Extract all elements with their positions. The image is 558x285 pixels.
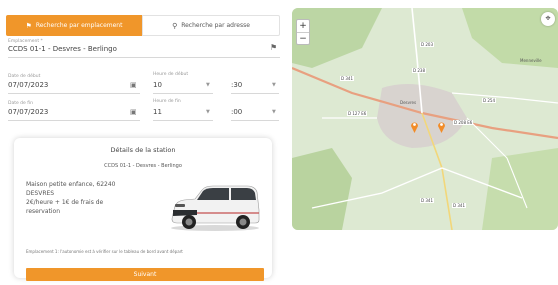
start-date-input[interactable]: 07/07/2023 <box>8 81 48 89</box>
tab-location-label: Recherche par emplacement <box>35 22 123 29</box>
start-minute-select[interactable]: :30 <box>231 81 242 89</box>
station-address-line1: Maison petite enfance, 62240 <box>26 181 116 188</box>
zoom-out-button[interactable]: − <box>297 33 309 45</box>
station-card-title: Détails de la station <box>110 146 176 154</box>
road-label: D 203 <box>420 42 434 47</box>
flag-icon: ⚑ <box>25 21 32 30</box>
chevron-down-icon: ▼ <box>206 109 210 115</box>
car-image <box>171 185 260 231</box>
next-button[interactable]: Suivant <box>26 268 264 281</box>
end-minute-underline <box>231 120 279 121</box>
station-field-underline <box>8 57 280 58</box>
start-time-label: Heure de début <box>153 72 189 77</box>
road-label: D 208 E6 <box>453 120 474 125</box>
flag-icon[interactable]: ⚑ <box>270 43 277 52</box>
station-field-value[interactable]: CCDS 01-1 - Desvres - Berlingo <box>8 45 117 53</box>
road-label: D 238 <box>412 68 426 73</box>
station-marker[interactable] <box>410 120 419 133</box>
start-hour-select[interactable]: 10 <box>153 81 162 89</box>
station-address-line2: DESVRES <box>26 190 55 197</box>
place-label: Menneville <box>520 58 542 63</box>
road-label: D 341 <box>420 198 434 203</box>
place-label: Desvres <box>400 100 417 105</box>
tab-address-search[interactable]: ⚲ Recherche par adresse <box>142 15 280 36</box>
chevron-down-icon: ▼ <box>206 82 210 88</box>
station-marker[interactable] <box>437 120 446 133</box>
end-minute-select[interactable]: :00 <box>231 108 242 116</box>
end-hour-select[interactable]: 11 <box>153 108 162 116</box>
zoom-in-button[interactable]: + <box>297 20 309 33</box>
end-hour-underline <box>153 120 213 121</box>
start-minute-underline <box>231 93 279 94</box>
calendar-icon[interactable]: ▣ <box>130 81 137 89</box>
station-price-line2: reservation <box>26 208 61 215</box>
tab-location-search[interactable]: ⚑ Recherche par emplacement <box>6 15 142 36</box>
start-date-underline <box>8 93 140 94</box>
chevron-down-icon: ▼ <box>272 82 276 88</box>
end-date-label: Date de fin <box>8 101 33 106</box>
road-label: D 341 <box>340 76 354 81</box>
end-date-underline <box>8 120 140 121</box>
road-label: D 254 <box>482 98 496 103</box>
station-card-name: CCDS 01-1 - Desvres - Berlingo <box>104 163 182 169</box>
calendar-icon[interactable]: ▣ <box>130 108 137 116</box>
locate-me-icon[interactable]: ⌖ <box>541 12 555 26</box>
chevron-down-icon: ▼ <box>272 109 276 115</box>
station-price-line1: 2€/heure + 1€ de frais de <box>26 199 104 206</box>
station-field-label: Emplacement * <box>8 39 43 44</box>
end-date-input[interactable]: 07/07/2023 <box>8 108 48 116</box>
start-date-label: Date de début <box>8 74 41 79</box>
start-hour-underline <box>153 93 213 94</box>
end-time-label: Heure de fin <box>153 99 181 104</box>
road-label: D 341 <box>452 203 466 208</box>
zoom-controls: + − <box>296 19 310 45</box>
search-icon: ⚲ <box>172 21 178 30</box>
road-label: D 127 E6 <box>347 111 368 116</box>
tab-address-label: Recherche par adresse <box>181 22 250 29</box>
autonomy-note: Emplacement 1: l'autonomie est à vérifie… <box>26 249 183 254</box>
map-view[interactable]: D 203 D 341 D 127 E6 D 238 D 254 D 208 E… <box>292 8 558 230</box>
